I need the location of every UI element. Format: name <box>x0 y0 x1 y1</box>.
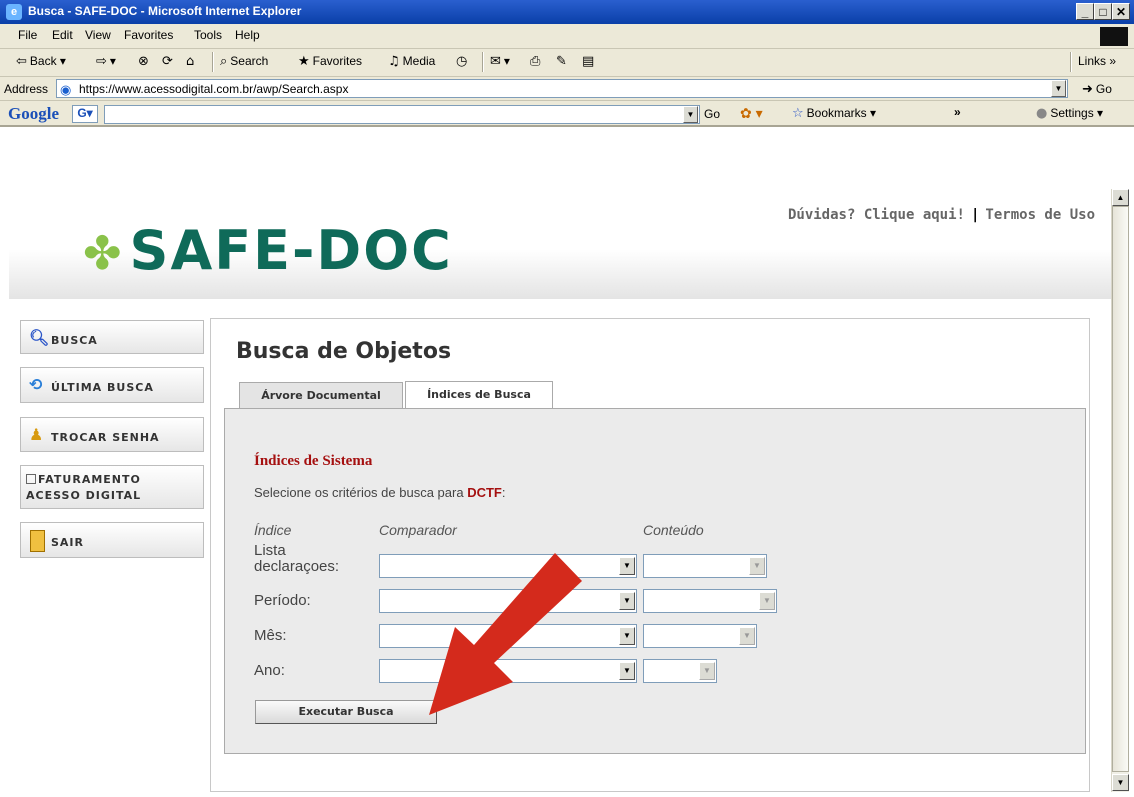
home-button[interactable]: ⌂ <box>186 54 197 69</box>
maximize-button[interactable]: □ <box>1094 3 1112 20</box>
address-url: https://www.acessodigital.com.br/awp/Sea… <box>79 82 349 96</box>
forward-arrow-icon: ⇨ <box>96 54 107 69</box>
go-arrow-icon: ➜ <box>1082 82 1093 97</box>
settings-label: Settings <box>1050 106 1094 120</box>
address-input[interactable]: ◉ https://www.acessodigital.com.br/awp/S… <box>56 79 1068 98</box>
bookmarks-label: Bookmarks <box>806 106 867 120</box>
favorites-label: Favorites <box>312 54 363 68</box>
close-button[interactable]: ✕ <box>1112 3 1130 20</box>
settings-circle-icon: ● <box>1036 106 1048 121</box>
pagerank-icon[interactable]: ✿ ▾ <box>740 105 763 122</box>
window-titlebar: e Busca - SAFE-DOC - Microsoft Internet … <box>0 0 1134 24</box>
menu-bar: File Edit View Favorites Tools Help <box>0 24 1134 49</box>
back-button[interactable]: ⇦ Back ▾ <box>16 54 66 69</box>
discuss-button[interactable]: ▤ <box>582 54 597 69</box>
links-label: Links <box>1078 54 1107 68</box>
google-search-input[interactable]: ▼ <box>104 105 700 124</box>
address-bar: Address ◉ https://www.acessodigital.com.… <box>0 77 1134 101</box>
mail-button[interactable]: ✉ ▾ <box>490 54 510 69</box>
settings-button[interactable]: ● Settings ▾ <box>1036 106 1103 121</box>
media-button[interactable]: ♫ Media <box>388 54 435 69</box>
media-icon: ♫ <box>388 54 400 69</box>
windows-logo-icon <box>1100 27 1128 46</box>
menu-tools[interactable]: Tools <box>194 28 222 42</box>
ie-icon: e <box>6 4 22 20</box>
edit-icon: ✎ <box>556 54 567 69</box>
menu-help[interactable]: Help <box>235 28 260 42</box>
page-content: ✤ SAFE-DOC Dúvidas? Clique aqui! | Termos d… <box>9 189 1111 792</box>
media-label: Media <box>402 54 436 68</box>
history-button[interactable]: ◷ <box>456 54 470 69</box>
google-menu-button[interactable]: G▾ <box>72 105 98 123</box>
minimize-button[interactable]: _ <box>1076 3 1094 20</box>
arrow-shape <box>429 553 582 715</box>
google-dropdown-icon[interactable]: ▼ <box>683 106 698 123</box>
mail-icon: ✉ <box>490 54 501 69</box>
discuss-icon: ▤ <box>582 54 595 69</box>
toolbar-separator <box>1070 52 1072 72</box>
home-icon: ⌂ <box>186 54 195 69</box>
google-logo: Google <box>8 104 59 123</box>
red-arrow-annotation <box>429 553 582 715</box>
toolbar-separator <box>482 52 484 72</box>
search-label: Search <box>230 54 269 68</box>
back-arrow-icon: ⇦ <box>16 54 27 69</box>
window-title: Busca - SAFE-DOC - Microsoft Internet Ex… <box>28 4 302 18</box>
google-go-button[interactable]: Go <box>704 107 720 121</box>
scroll-up-icon[interactable]: ▲ <box>1112 189 1129 206</box>
google-toolbar: Google G▾ ▼ Go ✿ ▾ ☆ Bookmarks ▾ » ● Setti… <box>0 101 1134 127</box>
print-icon: ⎙ <box>530 54 541 69</box>
edit-button[interactable]: ✎ <box>556 54 570 69</box>
links-button[interactable]: Links » <box>1078 54 1116 68</box>
scroll-down-icon[interactable]: ▼ <box>1112 774 1129 791</box>
address-dropdown-icon[interactable]: ▼ <box>1051 80 1066 97</box>
favorites-icon: ★ <box>298 54 310 69</box>
toolbar-separator <box>212 52 214 72</box>
refresh-icon: ⟳ <box>162 54 173 69</box>
print-button[interactable]: ⎙ <box>530 54 543 69</box>
stop-icon: ⊗ <box>138 54 149 69</box>
menu-view[interactable]: View <box>85 28 111 42</box>
standard-toolbar: ⇦ Back ▾ ⇨ ▾ ⊗ ⟳ ⌂ ⌕ Search ★ Favorites ♫ Med… <box>0 49 1134 77</box>
back-label: Back <box>29 54 57 68</box>
bookmark-star-icon: ☆ <box>792 106 804 121</box>
search-icon: ⌕ <box>220 54 228 69</box>
stop-button[interactable]: ⊗ <box>138 54 152 69</box>
page-icon: ◉ <box>60 82 72 97</box>
go-button[interactable]: ➜ Go <box>1082 82 1112 97</box>
menu-favorites[interactable]: Favorites <box>124 28 173 42</box>
address-label: Address <box>4 82 49 96</box>
menu-edit[interactable]: Edit <box>52 28 73 42</box>
vertical-scrollbar[interactable]: ▲ ▼ <box>1111 189 1129 792</box>
scroll-thumb[interactable] <box>1112 206 1129 772</box>
more-chevron-icon[interactable]: » <box>954 105 961 119</box>
refresh-button[interactable]: ⟳ <box>162 54 176 69</box>
menu-file[interactable]: File <box>18 28 37 42</box>
search-button[interactable]: ⌕ Search <box>220 54 268 69</box>
bookmarks-button[interactable]: ☆ Bookmarks ▾ <box>792 106 876 121</box>
go-label: Go <box>1095 82 1112 96</box>
favorites-button[interactable]: ★ Favorites <box>298 54 362 69</box>
history-icon: ◷ <box>456 54 468 69</box>
forward-button[interactable]: ⇨ ▾ <box>96 54 116 69</box>
